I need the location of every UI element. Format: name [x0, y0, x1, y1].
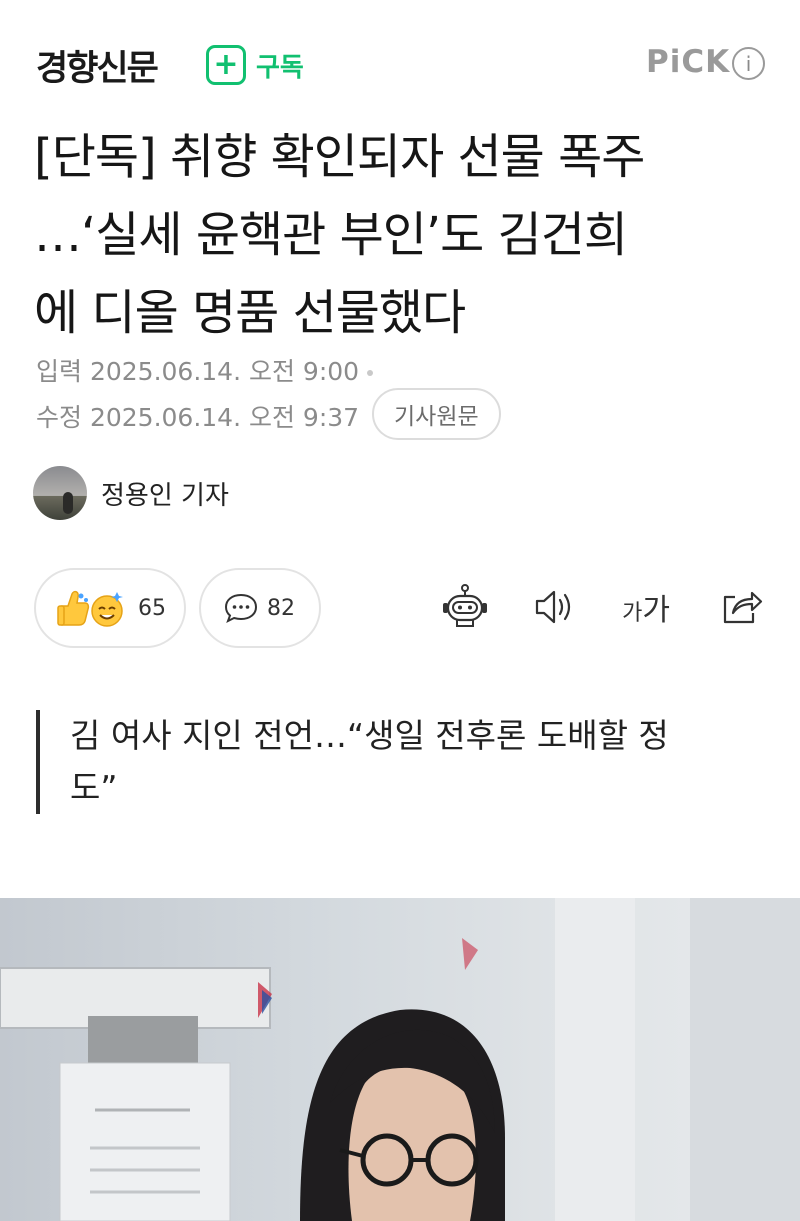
comment-icon	[224, 593, 258, 624]
share-icon	[723, 591, 763, 624]
headline-line: 에 디올 명품 선물했다	[34, 285, 466, 341]
reporter-name[interactable]: 정용인 기자	[101, 475, 229, 512]
article-subtitle: 김 여사 지인 전언…“생일 전후론 도배할 정 도”	[36, 710, 736, 814]
read-aloud-button[interactable]	[530, 580, 580, 634]
pick-badge: PiCK	[646, 44, 731, 80]
press-logo[interactable]: 경향신문	[36, 40, 159, 91]
photo-illustration	[0, 898, 800, 1221]
reaction-emojis	[56, 588, 126, 628]
robot-summary-icon	[443, 584, 487, 627]
input-timestamp: 입력 2025.06.14. 오전 9:00	[36, 352, 374, 388]
summary-bot-button[interactable]	[438, 580, 492, 634]
reporter-avatar[interactable]	[33, 466, 87, 520]
font-size-icon: 가가	[622, 585, 670, 629]
subscribe-label: 구독	[256, 52, 304, 83]
font-size-big-label: 가	[642, 593, 670, 628]
reaction-count: 65	[138, 595, 166, 621]
reaction-button[interactable]: 65	[34, 568, 186, 648]
plus-icon: +	[206, 45, 246, 85]
original-article-button[interactable]: 기사원문	[372, 388, 501, 440]
subtitle-line: 김 여사 지인 전언…“생일 전후론 도배할 정	[70, 716, 669, 755]
headline-line: …‘실세 윤핵관 부인’도 김건희	[34, 207, 628, 263]
happy-face-emoji-icon	[91, 592, 123, 627]
comment-button[interactable]: 82	[199, 568, 321, 648]
separator-dot	[367, 370, 374, 376]
subtitle-line: 도”	[70, 768, 118, 807]
speaker-icon	[535, 590, 571, 624]
font-size-small-label: 가	[622, 601, 643, 626]
headline-line: [단독] 취향 확인되자 선물 폭주	[34, 129, 645, 185]
subscribe-button[interactable]: + 구독	[206, 45, 304, 85]
article-photo[interactable]	[0, 898, 800, 1221]
info-icon[interactable]: i	[732, 47, 765, 80]
top-bar: 경향신문 + 구독 PiCK i	[0, 0, 800, 120]
comment-count: 82	[267, 595, 295, 621]
edit-timestamp: 수정 2025.06.14. 오전 9:37	[36, 403, 360, 432]
reporter-byline[interactable]: 정용인 기자	[33, 466, 229, 520]
thumbs-up-emoji-icon	[57, 590, 90, 626]
share-button[interactable]	[716, 580, 766, 634]
font-size-button[interactable]: 가가	[618, 580, 674, 634]
input-time-text: 입력 2025.06.14. 오전 9:00	[36, 357, 360, 386]
article-headline: [단독] 취향 확인되자 선물 폭주 …‘실세 윤핵관 부인’도 김건희 에 디…	[34, 118, 774, 352]
